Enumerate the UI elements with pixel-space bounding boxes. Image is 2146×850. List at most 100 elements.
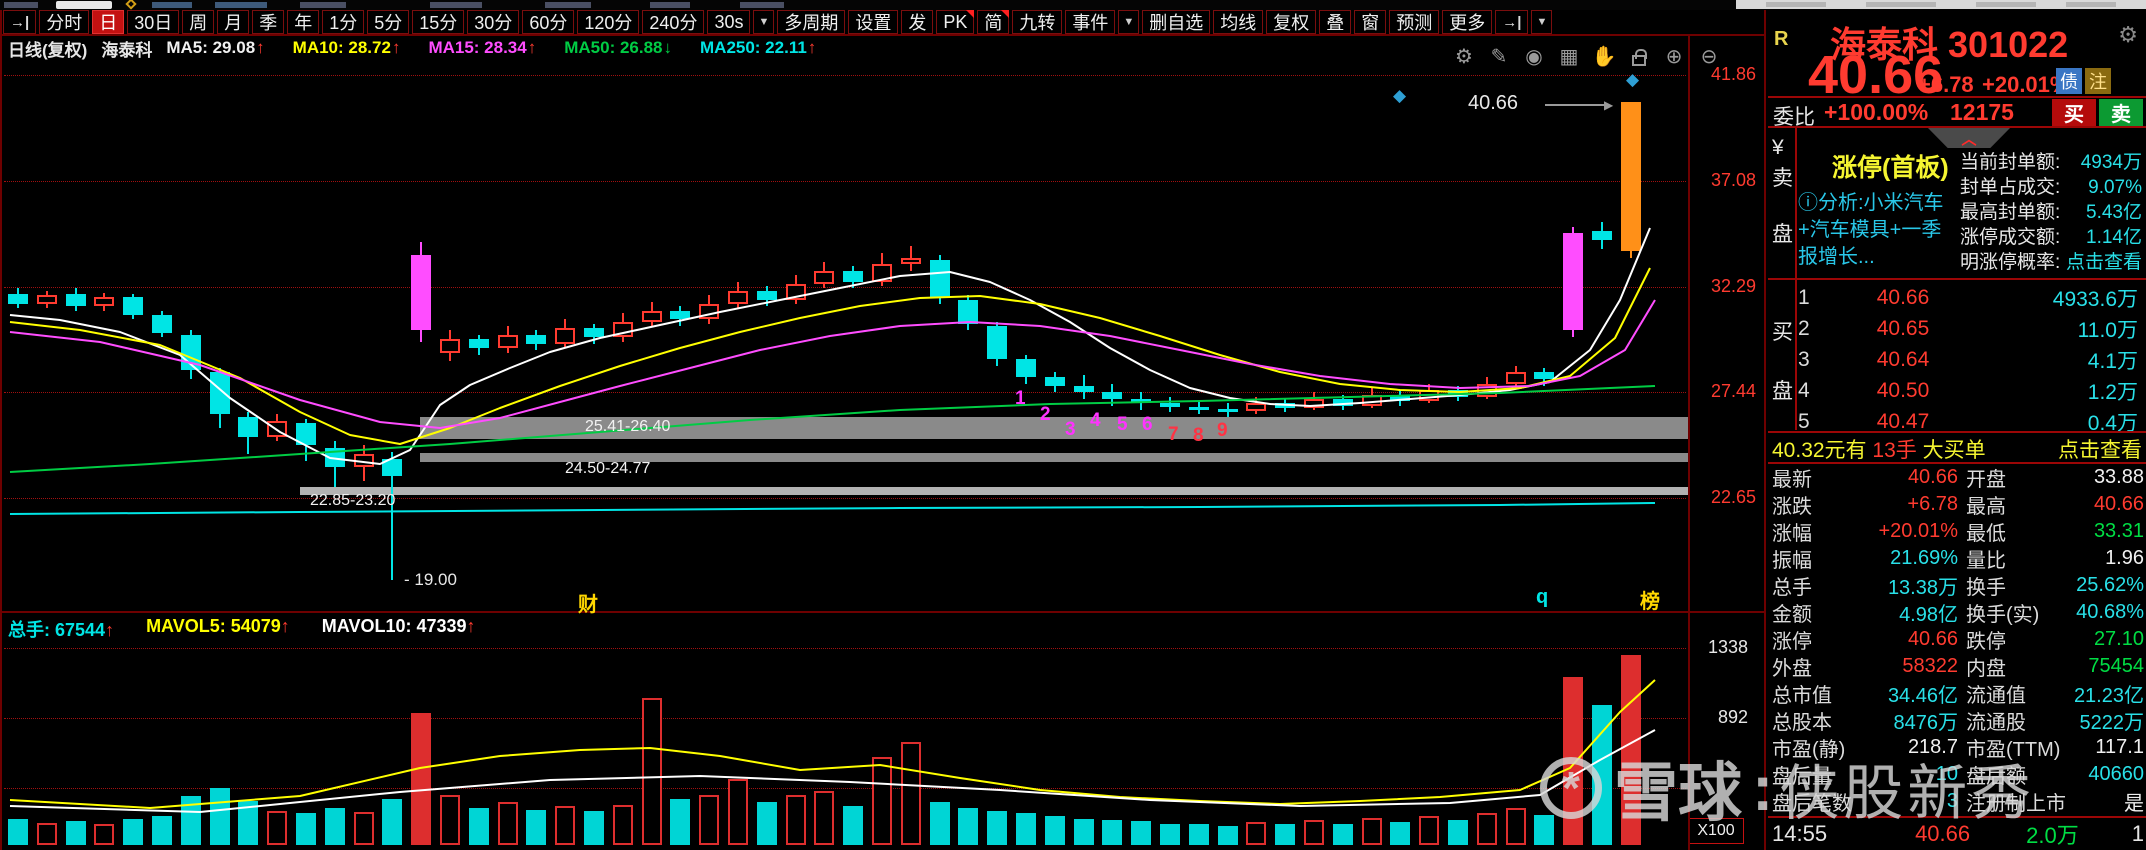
stock-trading-app: →| 分时日 30日周月季年 1分 5分 15分 30分 60分 120分 240分 30s ▼ 多周… xyxy=(0,0,2146,850)
stat-value: 40.66 xyxy=(1907,628,1958,650)
candle xyxy=(497,334,518,349)
candle xyxy=(1390,394,1411,402)
price-axis-label: 37.08 xyxy=(1710,170,1756,190)
limit-stats: 当前封单额: 4934万 封单占成交: 9.07% 最高封单额: 5.43亿 涨停成交额: 1… xyxy=(1960,150,2142,275)
big-order-alert[interactable]: 40.32元有 13手 大买单 点击查看 xyxy=(1768,434,2146,463)
stat-label: 量比 xyxy=(1966,550,2006,572)
volume-bar xyxy=(1390,821,1411,845)
stat-label: 总股本 xyxy=(1772,712,1832,734)
currency-label: ¥ xyxy=(1772,136,1784,159)
view-link[interactable]: 点击查看 xyxy=(2058,434,2142,464)
event-diamond-icon[interactable]: ◆ xyxy=(1393,86,1406,106)
bond-badge[interactable]: 债 xyxy=(2056,68,2082,94)
limit-up-status: 涨停(首板) xyxy=(1832,154,1949,182)
stats-row: 总手 13.38万 换手 25.62% xyxy=(1772,572,2144,599)
volume-bar xyxy=(1448,820,1468,845)
gear-icon[interactable]: ⚙ xyxy=(1452,44,1476,68)
candle xyxy=(1419,390,1440,402)
eye-icon[interactable]: ◉ xyxy=(1522,44,1546,68)
buy-order-queue: 1 40.66 4933.6万 2 40.65 11.0万 3 40.64 4.1万 4 40.50… xyxy=(1798,282,2142,437)
zoom-out-icon[interactable]: ⊖ xyxy=(1697,44,1721,68)
queue-level: 4 xyxy=(1798,378,1810,402)
queue-amount: 4933.6万 xyxy=(2052,287,2138,311)
candle xyxy=(1217,408,1238,412)
queue-price: 40.66 xyxy=(1876,285,1930,309)
quote-panel: R 海泰科 301022 ⚙ 40.66 +6.78 +20.01% 债 注 委… xyxy=(1768,10,2146,850)
chart-marker-q[interactable]: q xyxy=(1536,586,1548,609)
zoom-in-icon[interactable]: ⊕ xyxy=(1662,44,1686,68)
volume-bar xyxy=(1275,824,1296,845)
event-diamond-icon[interactable]: ◆ xyxy=(1626,70,1639,90)
queue-level: 1 xyxy=(1798,285,1810,309)
up-arrow-icon: ↑ xyxy=(280,616,290,636)
pane-separator xyxy=(0,611,1766,613)
candle xyxy=(872,264,892,282)
sequence-digit: 9 xyxy=(1217,420,1228,441)
candle xyxy=(180,334,201,371)
tick-price: 40.66 xyxy=(1915,821,1971,846)
stats-row: 涨幅 +20.01% 最低 33.31 xyxy=(1772,518,2144,545)
stat-value: 是 xyxy=(2124,793,2144,815)
stat-label: 总市值 xyxy=(1772,685,1832,707)
stat-label: 开盘 xyxy=(1966,469,2006,491)
order-queue-row[interactable]: 1 40.66 4933.6万 xyxy=(1798,282,2142,313)
price-change: +6.78 xyxy=(1918,72,1974,97)
candle xyxy=(440,339,460,353)
volume-bar xyxy=(1073,818,1094,845)
volume-bar xyxy=(1476,812,1497,845)
volume-bar xyxy=(584,811,604,845)
limit-analysis[interactable]: ⓘ分析:小米汽车+汽车模具+一季报增长... xyxy=(1798,190,1960,271)
price-axis-label: 32.29 xyxy=(1710,276,1756,296)
order-queue-row[interactable]: 3 40.64 4.1万 xyxy=(1798,344,2142,375)
stat-value: 75454 xyxy=(2088,655,2144,677)
order-queue-row[interactable]: 2 40.65 11.0万 xyxy=(1798,313,2142,344)
volume-axis-label: 1338 xyxy=(1707,637,1748,657)
stats-row: 振幅 21.69% 量比 1.96 xyxy=(1772,545,2144,572)
stat-value: 21.69% xyxy=(1890,547,1958,569)
volume-axis-label: 892 xyxy=(1717,707,1748,727)
stat-label: 注册制上市 xyxy=(1966,793,2066,815)
candle xyxy=(267,421,288,437)
annotation-line xyxy=(1545,104,1607,106)
stats-row: 盘后笔数 3 注册制上市 是 xyxy=(1772,788,2144,815)
candle xyxy=(785,284,806,300)
candle xyxy=(1563,233,1584,331)
volume-ma-value: 总手: 67544↑ xyxy=(8,620,115,640)
volume-bar xyxy=(1361,818,1382,845)
candle xyxy=(123,297,144,315)
panel-settings-icon[interactable]: ⚙ xyxy=(2118,22,2138,48)
volume-ma-value: MAVOL10: 47339↑ xyxy=(321,616,476,636)
buy-button[interactable]: 买 xyxy=(2052,99,2096,126)
stat-value: 58322 xyxy=(1902,655,1958,677)
stat-value: +6.78 xyxy=(1907,493,1958,515)
draw-pen-icon[interactable]: ✎ xyxy=(1487,44,1511,68)
tick-extra: 1 xyxy=(2131,821,2144,846)
collapse-chevron[interactable]: ︿ xyxy=(1928,128,2010,148)
lock-icon[interactable] xyxy=(1627,44,1651,68)
chart-marker-财[interactable]: 财 xyxy=(578,588,598,617)
stat-label: 流通值 xyxy=(1966,685,2026,707)
gap-zone-label: 25.41-26.40 xyxy=(585,418,671,435)
candle xyxy=(1620,101,1641,252)
candle xyxy=(1160,403,1180,407)
volume-bar xyxy=(1188,824,1209,845)
sell-button[interactable]: 卖 xyxy=(2099,99,2143,126)
volume-bar xyxy=(987,811,1008,845)
stat-label: 换手(实) xyxy=(1966,604,2040,626)
stat-label: 跌停 xyxy=(1966,631,2006,653)
hand-pan-icon[interactable]: ✋ xyxy=(1592,44,1617,68)
sequence-digit: 7 xyxy=(1168,424,1179,445)
candle xyxy=(209,372,230,415)
chart-marker-榜[interactable]: 榜 xyxy=(1640,585,1660,614)
gap-zone-band xyxy=(300,487,1688,495)
order-queue-row[interactable]: 4 40.50 1.2万 xyxy=(1798,375,2142,406)
limit-stat-label: 明涨停概率: xyxy=(1960,252,2061,273)
note-badge[interactable]: 注 xyxy=(2085,68,2111,94)
candle xyxy=(238,416,259,437)
queue-price: 40.64 xyxy=(1876,347,1930,371)
print-icon[interactable]: ▦ xyxy=(1557,44,1581,68)
volume-bar xyxy=(900,742,921,845)
limit-stat-value[interactable]: 点击查看 xyxy=(2066,250,2142,275)
stat-value: 10 xyxy=(1935,763,1958,785)
stat-label: 盘后额 xyxy=(1966,766,2026,788)
